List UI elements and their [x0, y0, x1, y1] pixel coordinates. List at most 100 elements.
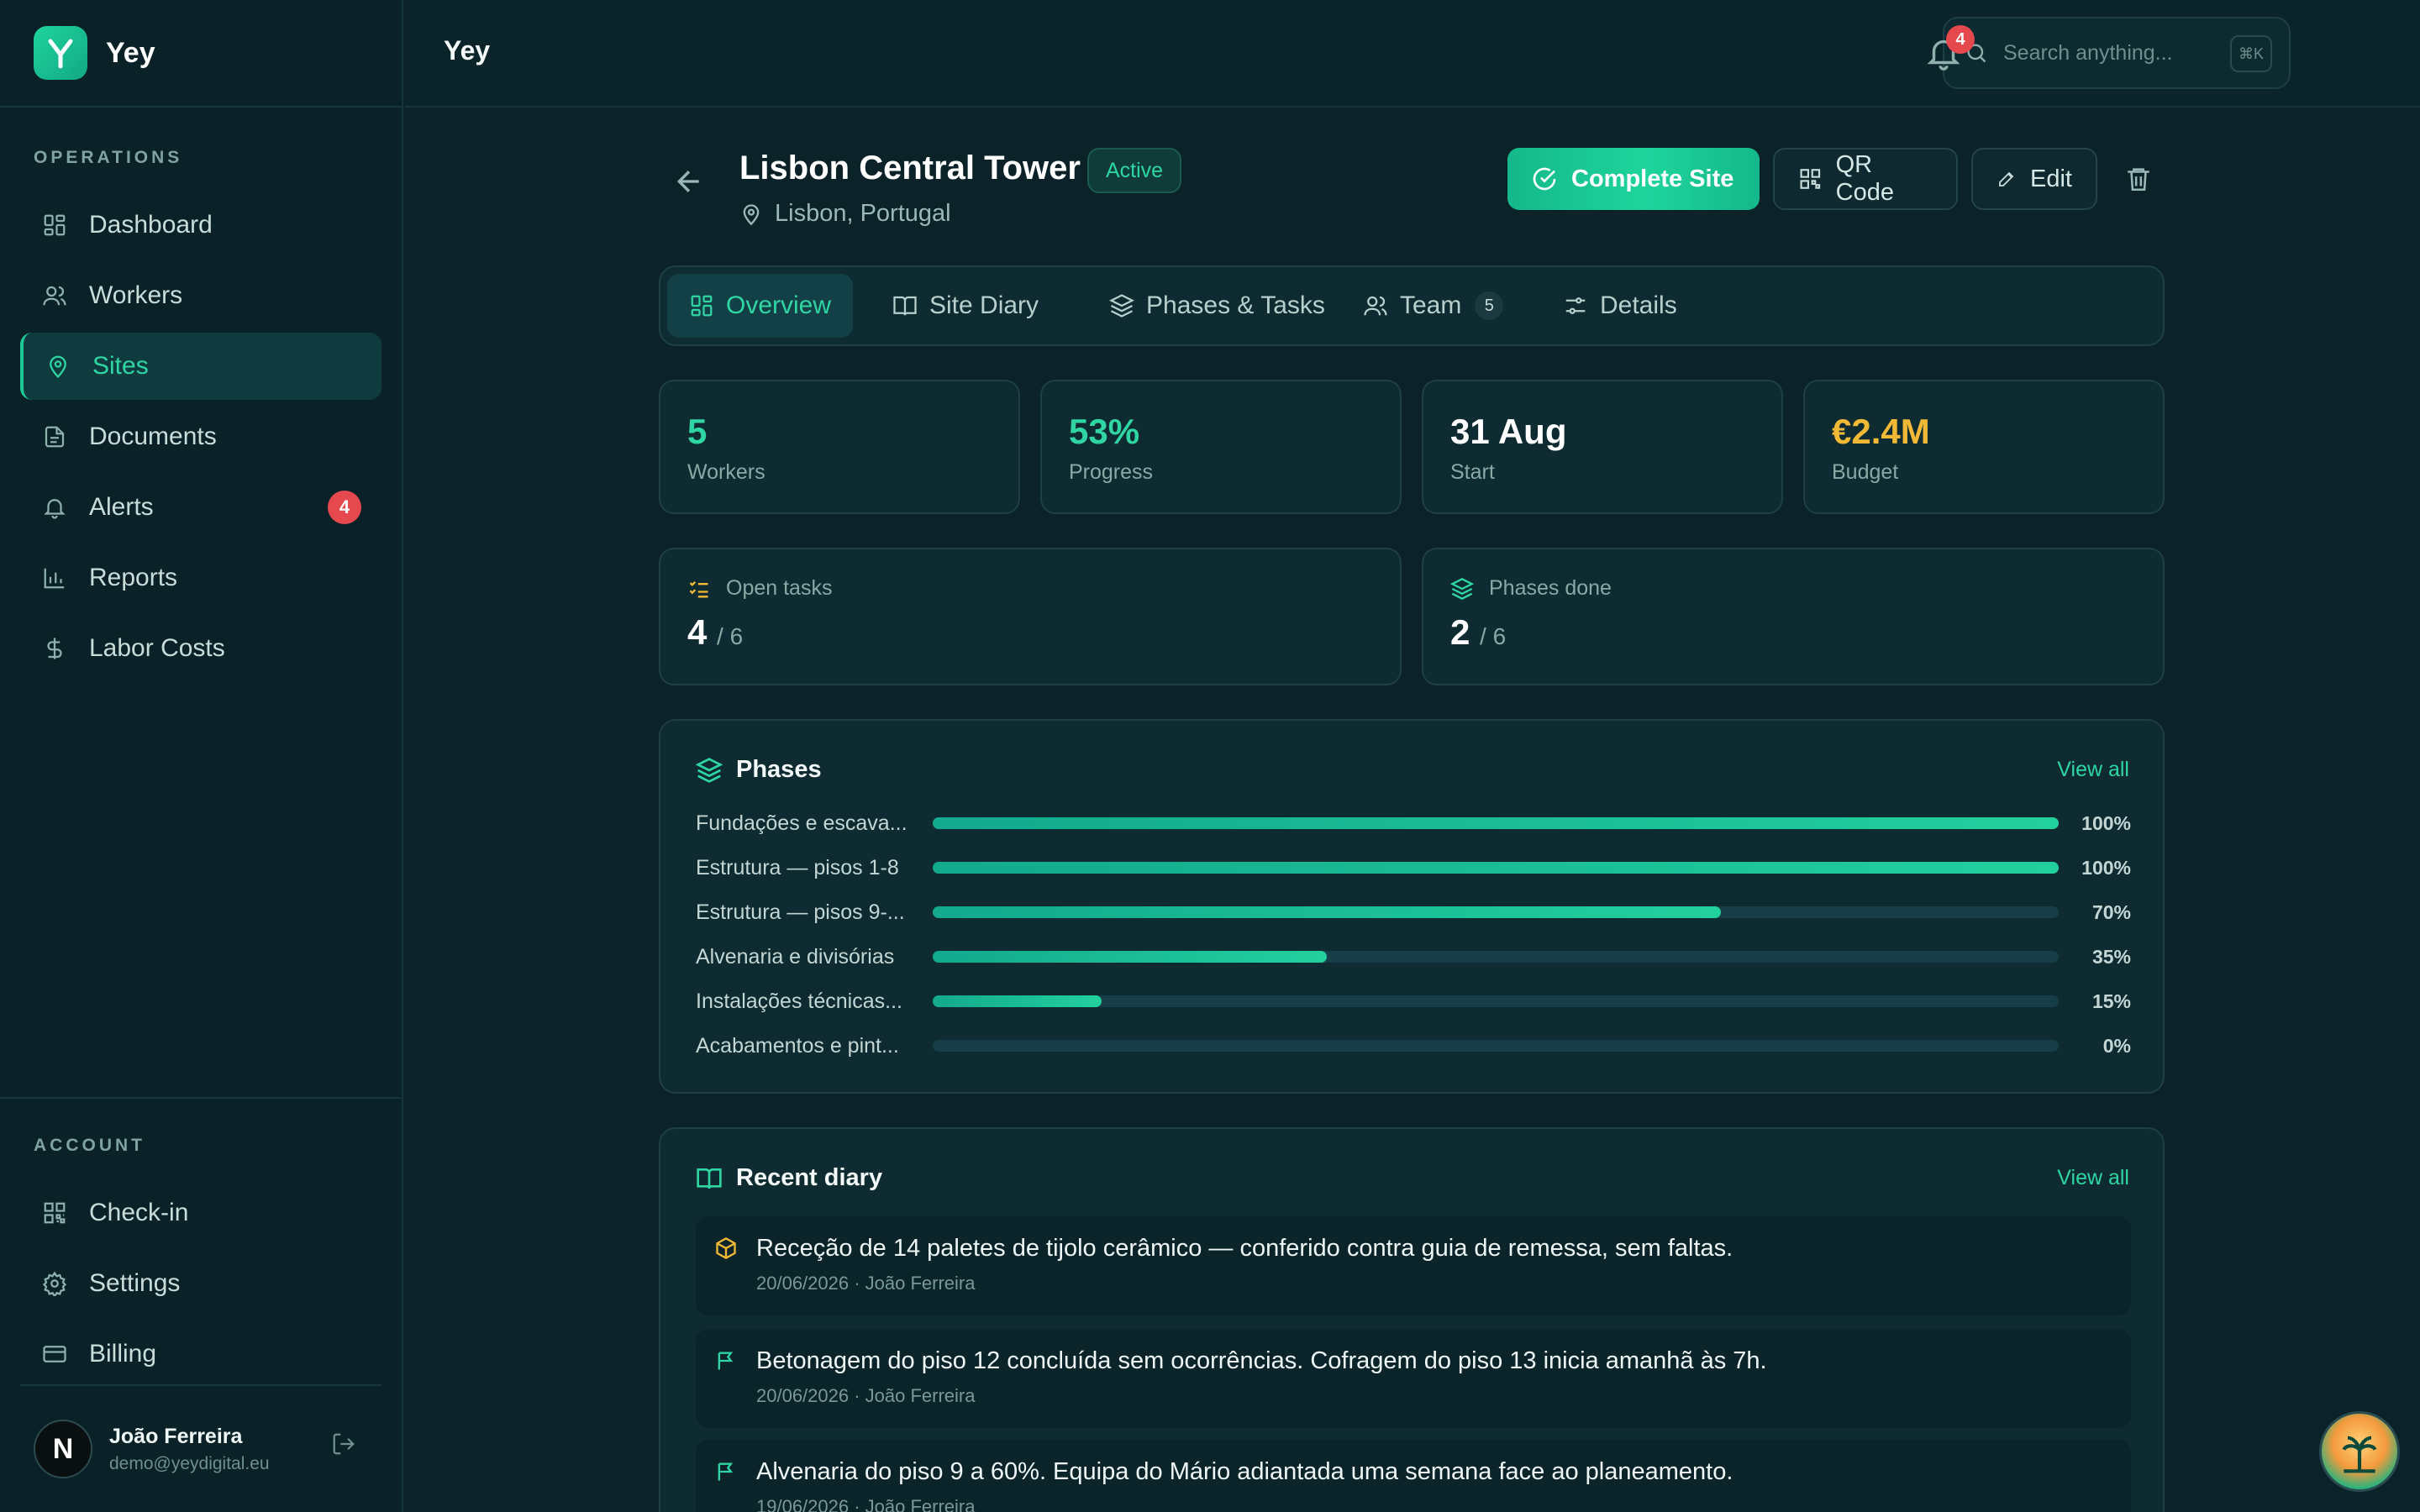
status-badge: Active — [1087, 148, 1182, 193]
operations-nav: Dashboard Workers Sites Documents Alerts… — [0, 192, 402, 682]
phase-row[interactable]: Fundações e escava... 100% — [696, 806, 2131, 840]
logout-icon[interactable] — [331, 1431, 356, 1461]
topbar: Yey Search anything... ⌘K 4 — [405, 0, 2420, 108]
delete-trash-icon[interactable] — [2124, 165, 2153, 197]
sidebar-item-label: Workers — [89, 281, 183, 309]
palm-tree-icon — [2342, 1436, 2377, 1473]
sidebar: Yey OPERATIONS Dashboard Workers Sites D… — [0, 0, 403, 1512]
phase-percent: 100% — [2081, 811, 2131, 834]
sliders-icon — [1565, 297, 1586, 314]
sidebar-item-label: Sites — [92, 352, 149, 380]
sidebar-item-workers[interactable]: Workers — [20, 262, 381, 329]
qr-icon — [40, 1199, 69, 1227]
stat-value: 31 Aug — [1450, 412, 1567, 451]
tab-label: Overview — [726, 291, 832, 319]
sidebar-item-label: Labor Costs — [89, 634, 225, 662]
diary-entry[interactable]: Receção de 14 paletes de tijolo cerâmico… — [696, 1216, 2131, 1315]
tab-phases-tasks[interactable]: Phases & Tasks — [1087, 274, 1347, 338]
qr-icon — [1800, 169, 1821, 189]
diary-view-all-link[interactable]: View all — [2057, 1166, 2129, 1190]
sidebar-item-label: Billing — [89, 1340, 157, 1368]
sidebar-item-settings[interactable]: Settings — [20, 1250, 381, 1317]
phase-progress-track — [933, 906, 2059, 918]
tab-overview[interactable]: Overview — [667, 274, 854, 338]
user-email: demo@yeydigital.eu — [109, 1453, 270, 1473]
qr-code-button[interactable]: QR Code — [1773, 148, 1958, 210]
phase-name: Fundações e escava... — [696, 811, 908, 835]
brand-logo-icon — [34, 26, 87, 80]
assistant-avatar-button[interactable] — [2319, 1411, 2400, 1492]
phases-done-label: Phases done — [1489, 576, 1612, 600]
account-label: ACCOUNT — [34, 1136, 145, 1155]
phases-done-value: 2 — [1450, 612, 1470, 652]
back-arrow-icon[interactable] — [672, 165, 706, 202]
diary-entry[interactable]: Alvenaria do piso 9 a 60%. Equipa do Már… — [696, 1440, 2131, 1512]
tab-label: Details — [1600, 291, 1677, 319]
phase-progress-fill — [933, 906, 1721, 918]
user-name: João Ferreira — [109, 1424, 243, 1448]
phase-percent: 100% — [2081, 856, 2131, 879]
sidebar-item-sites[interactable]: Sites — [20, 333, 381, 400]
book-open-icon — [697, 1168, 722, 1189]
phase-progress-track — [933, 817, 2059, 829]
user-card[interactable]: N João Ferreira demo@yeydigital.eu — [20, 1384, 381, 1512]
brand[interactable]: Yey — [0, 0, 402, 108]
phase-row[interactable]: Alvenaria e divisórias 35% — [696, 940, 2131, 974]
phase-percent: 35% — [2091, 945, 2131, 968]
diary-card-title: Recent diary — [736, 1164, 883, 1191]
users-icon — [40, 281, 69, 310]
edit-label: Edit — [2030, 165, 2072, 192]
sidebar-item-label: Check-in — [89, 1199, 189, 1226]
phase-row[interactable]: Acabamentos e pint... 0% — [696, 1029, 2131, 1063]
stat-value: €2.4M — [1832, 412, 1930, 451]
phase-progress-fill — [933, 995, 1102, 1007]
map-pin-icon — [743, 203, 760, 225]
bell-icon — [40, 493, 69, 522]
phase-name: Estrutura — pisos 1-8 — [696, 855, 899, 879]
avatar: N — [34, 1420, 92, 1478]
open-tasks-total: / 6 — [717, 623, 744, 649]
phase-name: Alvenaria e divisórias — [696, 944, 895, 969]
phase-name: Estrutura — pisos 9-... — [696, 900, 905, 924]
sidebar-item-billing[interactable]: Billing — [20, 1320, 381, 1388]
phase-row[interactable]: Instalações técnicas... 15% — [696, 984, 2131, 1018]
search-input[interactable]: Search anything... ⌘K — [1943, 17, 2291, 89]
topbar-title: Yey — [444, 35, 491, 66]
diary-entry[interactable]: Betonagem do piso 12 concluída sem ocorr… — [696, 1329, 2131, 1428]
stat-label: Workers — [687, 460, 765, 484]
notifications-count-badge: 4 — [1946, 25, 1975, 54]
stat-card-progress: 53% Progress — [1040, 380, 1402, 514]
phase-row[interactable]: Estrutura — pisos 1-8 100% — [696, 851, 2131, 885]
sidebar-item-alerts[interactable]: Alerts 4 — [20, 474, 381, 541]
phases-view-all-link[interactable]: View all — [2057, 758, 2129, 782]
phase-progress-fill — [933, 817, 2059, 829]
sidebar-item-label: Dashboard — [89, 211, 213, 239]
phase-row[interactable]: Estrutura — pisos 9-... 70% — [696, 895, 2131, 929]
tab-site-diary[interactable]: Site Diary — [871, 274, 1060, 338]
stat-label: Progress — [1069, 460, 1154, 484]
recent-diary-card: Recent diary View all Receção de 14 pale… — [659, 1127, 2165, 1512]
operations-label: OPERATIONS — [34, 148, 183, 167]
brand-name: Yey — [106, 36, 155, 69]
diary-entry-text: Alvenaria do piso 9 a 60%. Equipa do Már… — [756, 1458, 1733, 1485]
sidebar-item-documents[interactable]: Documents — [20, 403, 381, 470]
sidebar-item-reports[interactable]: Reports — [20, 544, 381, 612]
complete-site-button[interactable]: Complete Site — [1507, 148, 1760, 210]
open-tasks-label: Open tasks — [726, 576, 833, 600]
sidebar-item-check-in[interactable]: Check-in — [20, 1179, 381, 1247]
tab-details[interactable]: Details — [1541, 274, 1699, 338]
layers-icon — [1450, 577, 1474, 600]
sidebar-item-dashboard[interactable]: Dashboard — [20, 192, 381, 259]
phases-card-title: Phases — [736, 756, 822, 783]
phases-done-total: / 6 — [1480, 623, 1507, 649]
phase-progress-track — [933, 951, 2059, 963]
credit-card-icon — [40, 1340, 69, 1368]
sidebar-item-labor-costs[interactable]: Labor Costs — [20, 615, 381, 682]
edit-button[interactable]: Edit — [1971, 148, 2097, 210]
bar-chart-icon — [40, 564, 69, 592]
phase-name: Acabamentos e pint... — [696, 1033, 899, 1058]
tab-team[interactable]: Team 5 — [1341, 274, 1525, 338]
sidebar-item-label: Settings — [89, 1269, 181, 1297]
page-title: Lisbon Central Tower — [739, 150, 1081, 186]
stat-value: 5 — [687, 412, 708, 451]
